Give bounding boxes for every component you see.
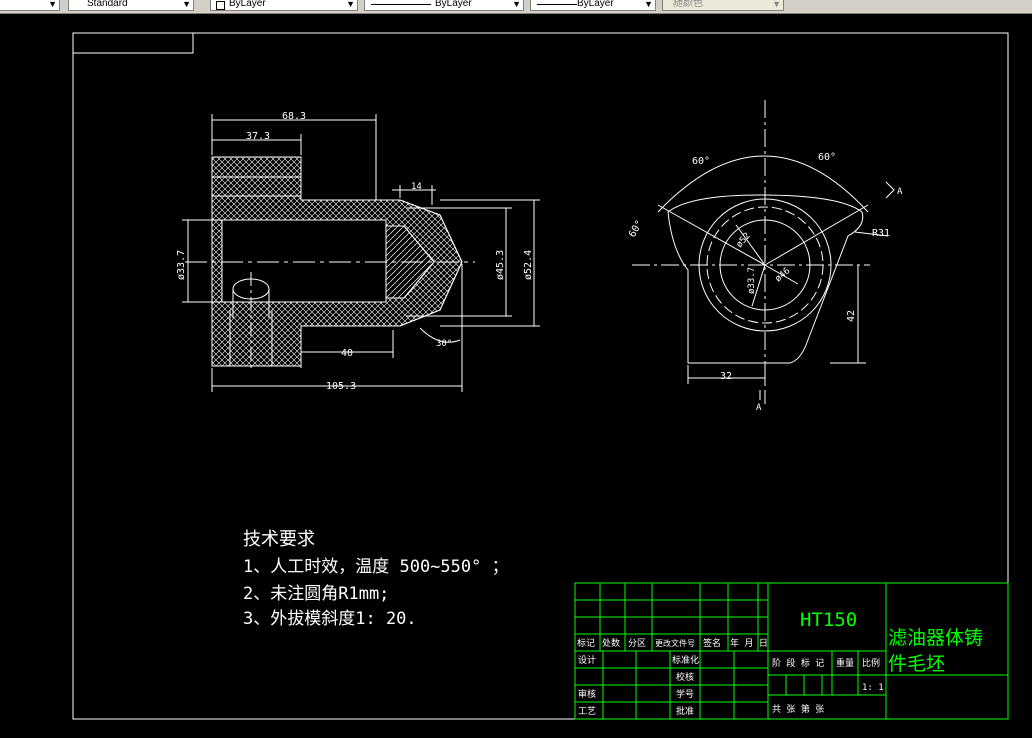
notes-line-3: 3、外拔模斜度1: 20. — [243, 609, 417, 629]
label-ratio: 比例 — [862, 657, 880, 669]
part-name-line-1: 滤油器体铸 — [888, 627, 983, 649]
cad-window: ▼ Standard ▼ ByLayer ▼ ByLayer ▼ ByLayer… — [0, 0, 1032, 738]
title-block-text: 标记 处数 分区 更改文件号 签名 年 月 日 设计 标准化 校核 审核 学号 … — [577, 609, 983, 717]
layer-combo[interactable]: ByLayer ▼ — [210, 0, 358, 11]
notes-line-2: 2、未注圆角R1mm; — [243, 584, 389, 604]
label-standard: 标准化 — [672, 654, 699, 666]
lineweight-combo[interactable]: ByLayer ▼ — [530, 0, 656, 11]
linetype-combo[interactable]: ByLayer ▼ — [364, 0, 524, 11]
drawing-border — [72, 32, 1009, 720]
angle-60-side: 60° — [627, 218, 646, 239]
label-stage: 阶 段 标 记 — [772, 657, 824, 669]
chevron-down-icon: ▼ — [644, 0, 653, 9]
section-label-top: A — [897, 187, 903, 197]
dim-14: 14 — [411, 182, 422, 192]
lineweight-preview-icon — [537, 4, 577, 5]
linetype-value: ByLayer — [435, 0, 472, 9]
lineweight-value: ByLayer — [577, 0, 614, 9]
notes-title: 技术要求 — [243, 529, 315, 550]
properties-toolbar: ▼ Standard ▼ ByLayer ▼ ByLayer ▼ ByLayer… — [0, 0, 1032, 14]
dim-diam-453: ø45.3 — [495, 250, 506, 280]
plot-style-value: 随颜色 — [673, 0, 703, 9]
chevron-down-icon: ▼ — [772, 0, 781, 9]
title-block — [574, 582, 1009, 720]
toolbar-combo-left[interactable]: ▼ — [0, 0, 60, 11]
hdr-date: 年 月 日 — [730, 637, 768, 649]
dim-42: 42 — [846, 310, 857, 322]
color-swatch-icon — [216, 1, 225, 10]
drawing-canvas[interactable]: 68.3 37.3 14 ø33.7 ø45.3 ø52.4 40 105.3 … — [0, 14, 1032, 738]
diam-46: ø46 — [774, 266, 793, 284]
scale-value: 1: 1 — [862, 683, 884, 693]
diam-337-end: ø33.7 — [747, 267, 757, 294]
plot-style-combo: 随颜色 ▼ — [662, 0, 784, 11]
label-review: 校核 — [676, 671, 694, 683]
notes-line-1: 1、人工时效，温度 500~550° ； — [243, 557, 509, 577]
hdr-mark: 标记 — [577, 637, 595, 649]
part-name-line-2: 件毛坯 — [888, 653, 945, 675]
layer-value: ByLayer — [229, 0, 266, 9]
corner-box — [72, 32, 194, 54]
label-sheets: 共 张 第 张 — [772, 703, 824, 715]
section-view — [182, 114, 540, 392]
dim-32: 32 — [720, 371, 732, 382]
section-label-bottom: A — [756, 403, 762, 413]
label-design: 设计 — [578, 654, 596, 666]
chevron-down-icon: ▼ — [182, 0, 191, 9]
dim-30deg: 30° — [436, 339, 452, 349]
diam-52: ø52 — [735, 231, 753, 250]
hdr-zone: 分区 — [628, 638, 646, 649]
text-style-combo[interactable]: Standard ▼ — [68, 0, 194, 11]
dim-1053: 105.3 — [326, 381, 356, 392]
label-proofread: 学号 — [676, 688, 694, 700]
text-style-value: Standard — [87, 0, 128, 9]
chevron-down-icon: ▼ — [48, 0, 57, 9]
material-text: HT150 — [800, 609, 857, 631]
chevron-down-icon: ▼ — [512, 0, 521, 9]
dim-40: 40 — [341, 348, 353, 359]
label-process: 工艺 — [578, 706, 596, 717]
angle-60-right: 60° — [818, 152, 836, 163]
dim-37: 37.3 — [246, 131, 270, 142]
radius-31: R31 — [872, 228, 890, 239]
label-check: 审核 — [578, 688, 596, 700]
dim-diam-524: ø52.4 — [523, 250, 534, 280]
technical-notes: 技术要求 1、人工时效，温度 500~550° ； 2、未注圆角R1mm; 3、… — [243, 529, 509, 629]
linetype-preview-icon — [371, 4, 431, 5]
chevron-down-icon: ▼ — [346, 0, 355, 9]
hdr-sign: 签名 — [703, 637, 721, 649]
dim-68: 68.3 — [282, 111, 306, 122]
hdr-change: 更改文件号 — [655, 638, 695, 648]
angle-60-left: 60° — [692, 156, 710, 167]
hdr-count: 处数 — [602, 637, 620, 649]
end-view — [632, 100, 895, 404]
dim-diam-337: ø33.7 — [176, 250, 187, 280]
label-weight: 重量 — [836, 657, 854, 669]
label-approve: 批准 — [676, 705, 694, 717]
